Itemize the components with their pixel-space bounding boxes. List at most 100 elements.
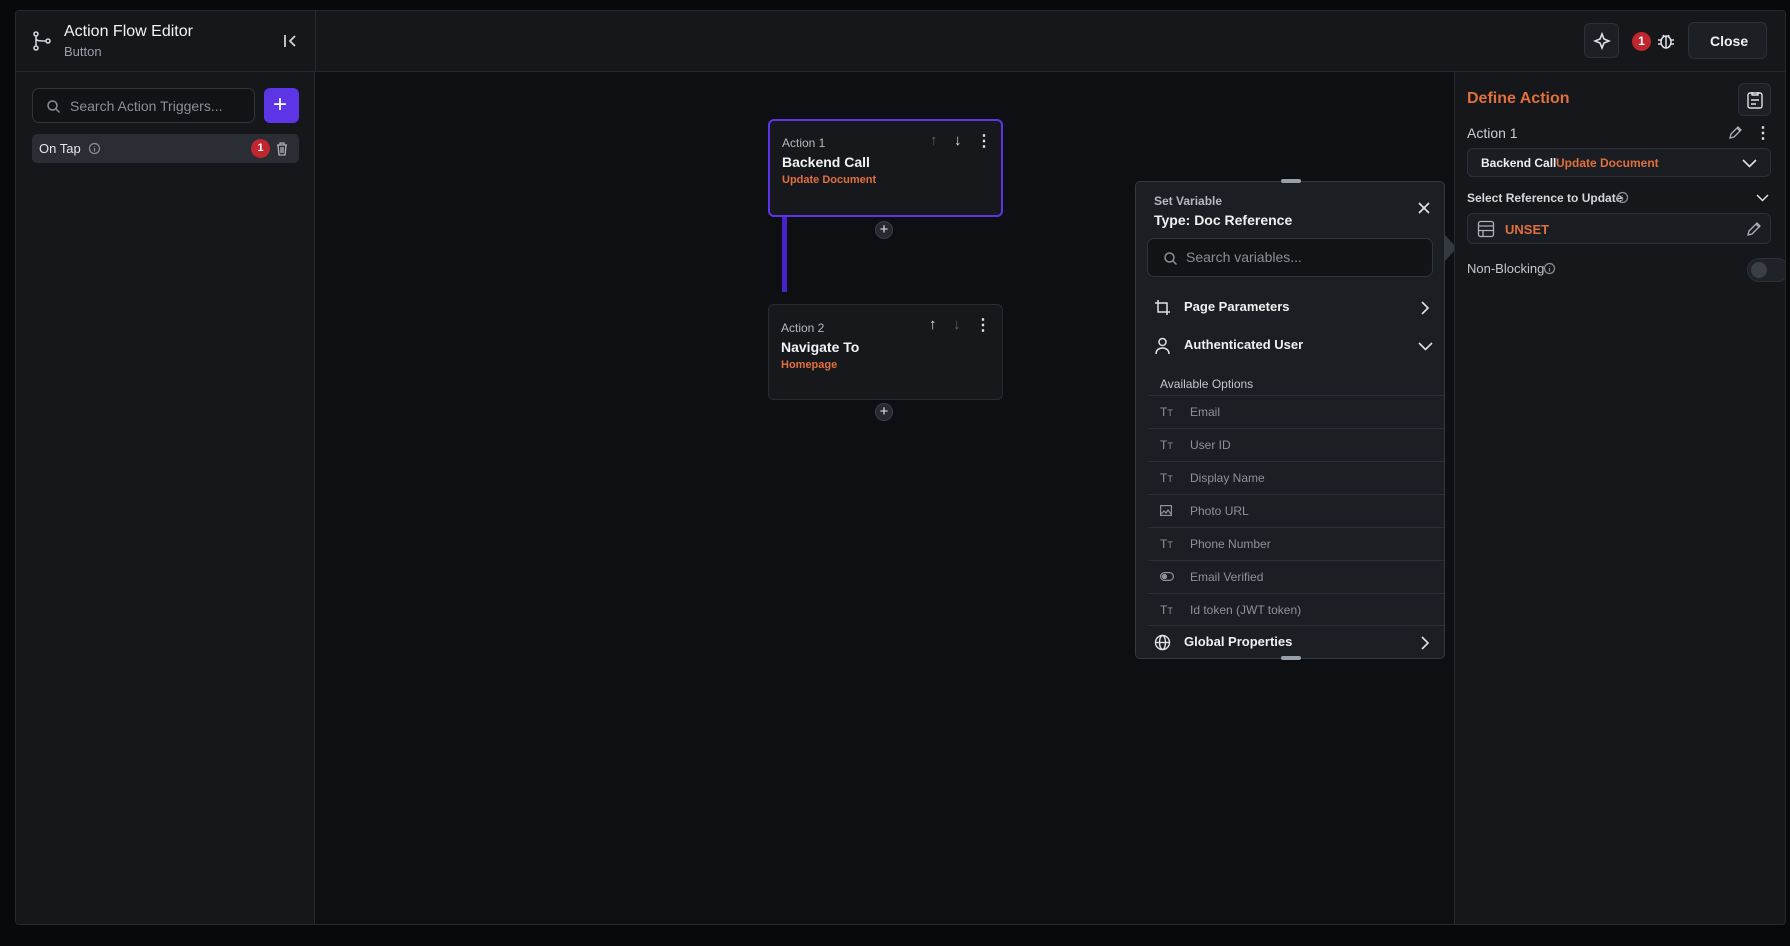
action-node-subtitle: Homepage [781, 359, 838, 371]
chevron-down-icon [1418, 341, 1433, 351]
reference-label: Select Reference to Update [1467, 191, 1623, 205]
toggle-knob [1751, 262, 1767, 278]
add-trigger-button[interactable]: + [264, 88, 299, 123]
option-label: Email [1190, 405, 1221, 419]
debug-bug-icon[interactable] [1656, 31, 1676, 51]
action-node-label: Action 2 [781, 321, 825, 335]
variable-search-placeholder: Search variables... [1186, 249, 1302, 265]
option-row[interactable]: TT Display Name [1148, 461, 1444, 494]
user-icon [1155, 337, 1170, 355]
error-count-badge[interactable]: 1 [1632, 32, 1651, 51]
reference-value-field[interactable]: UNSET [1467, 213, 1771, 244]
collapse-panel-icon[interactable] [282, 32, 300, 50]
option-row[interactable]: TT Email [1148, 395, 1444, 428]
trigger-error-badge: 1 [251, 139, 270, 158]
chevron-right-icon [1420, 301, 1430, 315]
chevron-down-icon [1742, 158, 1757, 168]
action-type-label: Backend Call [1481, 156, 1557, 170]
action-node-subtitle: Update Document [782, 174, 877, 186]
close-button-label: Close [1710, 33, 1749, 49]
action-node-1[interactable]: Action 1 Backend Call Update Document ↑ … [768, 119, 1003, 217]
close-button[interactable]: Close [1688, 22, 1767, 59]
info-icon [1616, 191, 1629, 204]
text-type-icon: TT [1160, 603, 1173, 617]
move-up-icon[interactable]: ↑ [930, 132, 938, 149]
action-name: Action 1 [1467, 125, 1518, 141]
trigger-search-placeholder: Search Action Triggers... [70, 98, 223, 114]
action-docs-button[interactable] [1738, 83, 1771, 116]
section-authenticated-user[interactable]: Authenticated User [1136, 327, 1446, 365]
header-divider [315, 11, 316, 72]
more-options-icon[interactable]: ⋮ [975, 315, 991, 335]
option-row[interactable]: Photo URL [1148, 494, 1444, 527]
plus-icon: + [273, 91, 288, 118]
info-icon [1543, 262, 1556, 275]
add-action-button[interactable]: + [875, 221, 893, 239]
define-action-title: Define Action [1467, 90, 1570, 107]
option-label: Phone Number [1190, 537, 1271, 551]
trigger-item-on-tap[interactable]: On Tap 1 [32, 134, 299, 163]
action-type-select[interactable]: Backend Call Update Document [1467, 148, 1771, 177]
toggle-icon [1160, 572, 1174, 581]
action-node-title: Backend Call [782, 154, 870, 170]
option-label: Photo URL [1190, 504, 1249, 518]
action-flow-editor-window: Action Flow Editor Button 1 Close Search… [15, 10, 1786, 925]
sparkle-icon [1593, 32, 1611, 50]
action-node-title: Navigate To [781, 339, 860, 355]
text-type-icon: TT [1160, 405, 1173, 419]
action-node-label: Action 1 [782, 136, 826, 150]
action-node-2[interactable]: Action 2 Navigate To Homepage ↑ ↓ ⋮ [768, 304, 1003, 400]
text-type-icon: TT [1160, 471, 1173, 485]
more-options-icon[interactable]: ⋮ [1755, 123, 1771, 143]
text-type-icon: TT [1160, 537, 1173, 551]
chevron-right-icon [1420, 636, 1430, 650]
info-icon [88, 142, 101, 155]
move-down-icon[interactable]: ↓ [954, 132, 962, 149]
drag-handle-bottom[interactable] [1281, 656, 1301, 660]
define-action-panel: Define Action Action 1 ⋮ Backend Call Up… [1454, 72, 1785, 924]
editor-subtitle: Button [64, 44, 102, 59]
database-table-icon [1477, 220, 1495, 238]
option-row[interactable]: TT Id token (JWT token) [1148, 593, 1444, 626]
drag-handle-top[interactable] [1281, 179, 1301, 183]
crop-icon [1154, 299, 1171, 316]
section-label: Authenticated User [1184, 337, 1304, 352]
variable-search-input[interactable]: Search variables... [1147, 238, 1433, 277]
editor-title: Action Flow Editor [64, 23, 193, 40]
option-label: Email Verified [1190, 570, 1264, 584]
reference-value: UNSET [1505, 222, 1550, 237]
move-up-icon[interactable]: ↑ [929, 316, 937, 333]
close-icon[interactable] [1417, 201, 1431, 215]
option-row[interactable]: Email Verified [1148, 560, 1444, 593]
option-label: Display Name [1190, 471, 1265, 485]
section-page-parameters[interactable]: Page Parameters [1136, 289, 1446, 327]
option-row[interactable]: TT Phone Number [1148, 527, 1444, 560]
image-icon [1160, 505, 1172, 516]
edit-icon[interactable] [1728, 126, 1742, 140]
text-type-icon: TT [1160, 438, 1173, 452]
trigger-search-input[interactable]: Search Action Triggers... [32, 88, 255, 123]
more-options-icon[interactable]: ⋮ [976, 131, 992, 151]
trash-icon[interactable] [275, 141, 289, 156]
action-flow-icon [31, 30, 53, 52]
action-subtype-label: Update Document [1556, 156, 1659, 170]
option-row[interactable]: TT User ID [1148, 428, 1444, 461]
chevron-down-icon[interactable] [1756, 193, 1769, 202]
trigger-item-label: On Tap [39, 141, 81, 156]
globe-icon [1154, 634, 1171, 651]
search-icon [1163, 251, 1178, 266]
editor-header: Action Flow Editor Button 1 Close [16, 11, 1785, 72]
ai-assist-button[interactable] [1584, 23, 1619, 58]
section-label: Page Parameters [1184, 299, 1290, 314]
non-blocking-label: Non-Blocking [1467, 261, 1545, 276]
option-label: User ID [1190, 438, 1231, 452]
popup-heading: Set Variable [1154, 194, 1223, 208]
move-down-icon[interactable]: ↓ [953, 316, 961, 333]
edit-icon[interactable] [1746, 221, 1762, 237]
add-action-button[interactable]: + [875, 403, 893, 421]
flow-connector [782, 207, 787, 292]
option-label: Id token (JWT token) [1190, 603, 1302, 617]
document-icon [1747, 91, 1763, 109]
non-blocking-toggle[interactable] [1747, 258, 1785, 282]
section-label: Global Properties [1184, 634, 1293, 649]
